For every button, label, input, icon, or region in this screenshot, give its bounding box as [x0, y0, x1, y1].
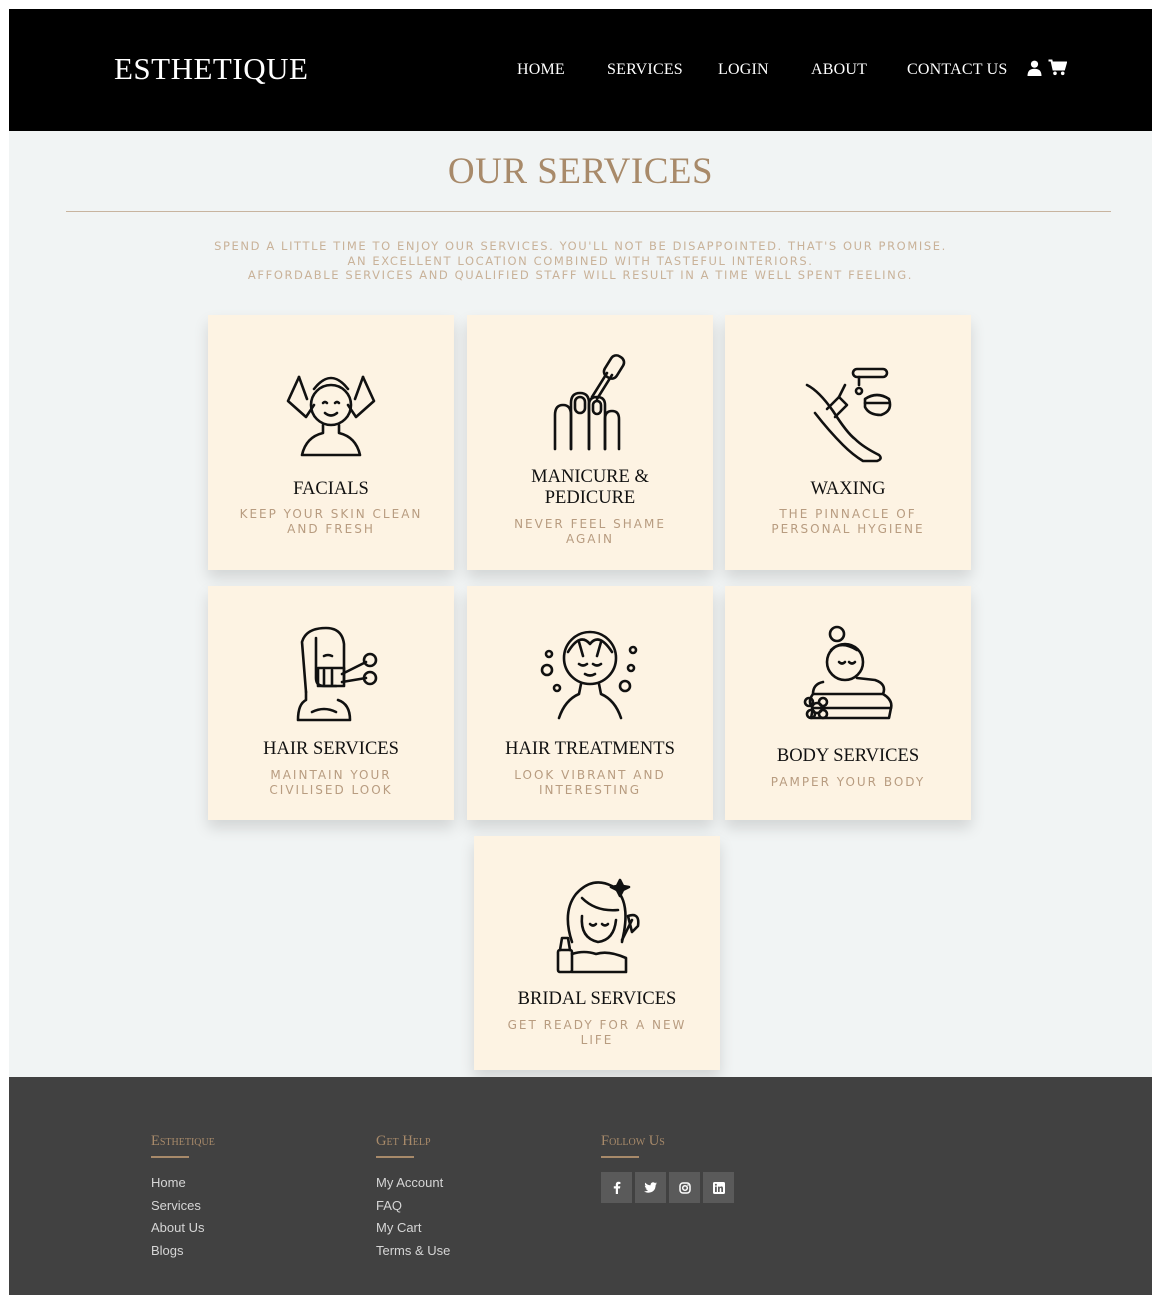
service-card-body-services[interactable]: BODY SERVICES PAMPER YOUR BODY — [725, 586, 971, 820]
twitter-icon[interactable] — [635, 1172, 666, 1203]
footer-heading-underline — [601, 1156, 639, 1158]
card-subtitle: PAMPER YOUR BODY — [745, 775, 951, 790]
intro-text: SPEND A LITTLE TIME TO ENJOY OUR SERVICE… — [9, 239, 1152, 283]
bridal-makeup-icon — [542, 872, 652, 982]
facial-massage-icon — [276, 357, 386, 467]
footer-link-home[interactable]: Home — [151, 1172, 215, 1195]
footer-column-social: Follow Us — [601, 1132, 734, 1203]
card-title: FACIALS — [293, 479, 369, 499]
service-card-waxing[interactable]: WAXING THE PINNACLE OF PERSONAL HYGIENE — [725, 315, 971, 570]
nav-contact-us[interactable]: CONTACT US — [907, 59, 1007, 81]
card-subtitle-line: LIFE — [580, 1032, 614, 1047]
card-title: BRIDAL SERVICES — [517, 989, 677, 1009]
card-subtitle-line: KEEP YOUR SKIN CLEAN — [239, 507, 423, 521]
footer-link-my-cart[interactable]: My Cart — [376, 1217, 450, 1240]
main-nav: HOME SERVICES LOGIN ABOUT CONTACT US — [9, 59, 1152, 83]
footer-link-services[interactable]: Services — [151, 1195, 215, 1218]
card-subtitle-line: PAMPER YOUR BODY — [770, 775, 926, 789]
footer-heading: Get Help — [376, 1133, 431, 1149]
footer-heading: Follow Us — [601, 1133, 665, 1149]
intro-line: SPEND A LITTLE TIME TO ENJOY OUR SERVICE… — [214, 239, 947, 253]
leg-waxing-icon — [793, 355, 903, 465]
nav-about[interactable]: ABOUT — [811, 59, 867, 81]
card-subtitle-line: CIVILISED LOOK — [269, 782, 393, 797]
card-subtitle-line: NEVER FEEL SHAME — [514, 517, 666, 531]
hair-straightener-icon — [276, 622, 386, 732]
service-card-facials[interactable]: FACIALS KEEP YOUR SKIN CLEAN AND FRESH — [208, 315, 454, 570]
nail-polish-icon — [535, 345, 645, 455]
card-subtitle: KEEP YOUR SKIN CLEAN AND FRESH — [228, 507, 434, 536]
user-icon[interactable] — [1027, 60, 1042, 81]
card-title-line: PEDICURE — [544, 488, 636, 508]
footer-column-help: Get Help My Account FAQ My Cart Terms & … — [376, 1132, 450, 1262]
hair-wash-icon — [535, 622, 645, 732]
card-subtitle: GET READY FOR A NEW LIFE — [494, 1018, 700, 1047]
footer-column-brand: Esthetique Home Services About Us Blogs — [151, 1132, 215, 1262]
cart-icon[interactable] — [1048, 59, 1068, 81]
card-subtitle-line: AGAIN — [565, 531, 615, 546]
service-card-manicure-pedicure[interactable]: MANICURE & PEDICURE NEVER FEEL SHAME AGA… — [467, 315, 713, 570]
footer-link-terms-use[interactable]: Terms & Use — [376, 1240, 450, 1263]
card-title: WAXING — [810, 479, 886, 499]
footer-heading-underline — [376, 1156, 414, 1158]
site-footer: Esthetique Home Services About Us Blogs … — [9, 1077, 1152, 1295]
footer-heading-underline — [151, 1156, 189, 1158]
card-subtitle: LOOK VIBRANT AND INTERESTING — [487, 768, 693, 797]
service-card-hair-treatments[interactable]: HAIR TREATMENTS LOOK VIBRANT AND INTERES… — [467, 586, 713, 820]
card-subtitle: MAINTAIN YOUR CIVILISED LOOK — [228, 768, 434, 797]
intro-line: AFFORDABLE SERVICES AND QUALIFIED STAFF … — [247, 268, 914, 282]
header-icons — [1027, 59, 1068, 81]
page-frame: ESTHETIQUE HOME SERVICES LOGIN ABOUT CON… — [9, 9, 1152, 1295]
card-subtitle-line: PERSONAL HYGIENE — [771, 521, 925, 536]
facebook-icon[interactable] — [601, 1172, 632, 1203]
card-title-line: MANICURE & — [531, 467, 649, 487]
footer-heading: Esthetique — [151, 1133, 215, 1149]
title-divider — [66, 211, 1111, 212]
card-subtitle-line: THE PINNACLE OF — [779, 507, 917, 521]
footer-link-about-us[interactable]: About Us — [151, 1217, 215, 1240]
instagram-icon[interactable] — [669, 1172, 700, 1203]
card-subtitle: NEVER FEEL SHAME AGAIN — [487, 517, 693, 546]
nav-home[interactable]: HOME — [517, 59, 565, 81]
card-subtitle-line: AND FRESH — [287, 521, 375, 536]
nav-services[interactable]: SERVICES — [607, 59, 683, 81]
card-subtitle-line: MAINTAIN YOUR — [270, 768, 392, 782]
card-subtitle-line: GET READY FOR A NEW — [507, 1018, 687, 1032]
site-header: ESTHETIQUE HOME SERVICES LOGIN ABOUT CON… — [9, 9, 1152, 131]
card-title: BODY SERVICES — [776, 746, 920, 766]
footer-link-blogs[interactable]: Blogs — [151, 1240, 215, 1263]
card-subtitle-line: INTERESTING — [538, 782, 642, 797]
card-title: HAIR TREATMENTS — [505, 739, 675, 759]
card-subtitle-line: LOOK VIBRANT AND — [514, 768, 666, 782]
card-title: HAIR SERVICES — [263, 739, 399, 759]
page-title: OUR SERVICES — [447, 151, 714, 192]
intro-line: AN EXCELLENT LOCATION COMBINED WITH TAST… — [347, 253, 814, 268]
card-subtitle: THE PINNACLE OF PERSONAL HYGIENE — [745, 507, 951, 536]
body-massage-icon — [793, 622, 903, 732]
footer-link-my-account[interactable]: My Account — [376, 1172, 450, 1195]
linkedin-icon[interactable] — [703, 1172, 734, 1203]
service-card-hair-services[interactable]: HAIR SERVICES MAINTAIN YOUR CIVILISED LO… — [208, 586, 454, 820]
social-links — [601, 1172, 734, 1203]
footer-link-faq[interactable]: FAQ — [376, 1195, 450, 1218]
service-card-bridal-services[interactable]: BRIDAL SERVICES GET READY FOR A NEW LIFE — [474, 836, 720, 1070]
nav-login[interactable]: LOGIN — [718, 59, 769, 81]
card-title: MANICURE & PEDICURE — [467, 467, 713, 509]
